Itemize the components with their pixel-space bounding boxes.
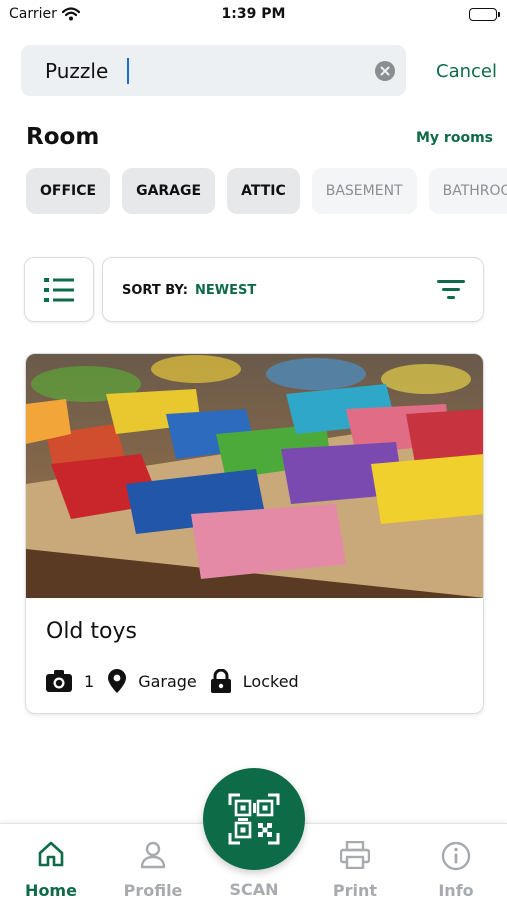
chip-basement[interactable]: BASEMENT: [311, 168, 417, 214]
sort-label: SORT BY:: [122, 283, 188, 298]
sort-control[interactable]: SORT BY: NEWEST: [102, 257, 484, 322]
chip-bathroom[interactable]: BATHROOM: [428, 168, 507, 214]
photo-count: 1: [84, 671, 95, 691]
tab-profile[interactable]: Profile: [103, 824, 203, 900]
list-icon: [44, 277, 74, 302]
sort-value[interactable]: NEWEST: [195, 283, 256, 298]
person-icon: [103, 841, 203, 869]
tab-profile-label: Profile: [123, 881, 183, 900]
tab-info-label: Info: [438, 881, 474, 900]
list-view-button[interactable]: [24, 257, 94, 322]
home-icon: [1, 841, 101, 867]
cancel-button[interactable]: Cancel: [436, 61, 497, 82]
info-icon: [406, 841, 506, 871]
qr-code-icon: [228, 793, 280, 845]
section-title: Room: [26, 124, 100, 150]
clear-search-button[interactable]: [375, 61, 395, 81]
tab-info[interactable]: Info: [406, 824, 506, 900]
filter-icon[interactable]: [437, 278, 465, 304]
status-bar: Carrier 1:39 PM: [0, 0, 507, 30]
item-card[interactable]: Old toys 1 Garage Locked: [25, 353, 484, 714]
chip-office[interactable]: OFFICE: [26, 168, 111, 214]
search-input[interactable]: [45, 56, 365, 86]
room-chip-list: OFFICEGARAGEATTICBASEMENTBATHROOM: [26, 168, 507, 214]
tab-home-label: Home: [25, 881, 77, 900]
chip-garage[interactable]: GARAGE: [122, 168, 216, 214]
tab-home[interactable]: Home: [1, 824, 101, 900]
close-icon: [380, 66, 390, 76]
lock-icon: [210, 669, 231, 693]
my-rooms-link[interactable]: My rooms: [416, 130, 493, 146]
printer-icon: [305, 841, 405, 869]
chip-attic[interactable]: ATTIC: [227, 168, 300, 214]
item-photo: [26, 354, 483, 598]
camera-icon: [46, 670, 72, 692]
tab-scan-label: SCAN: [229, 880, 279, 899]
battery-icon: [469, 8, 500, 21]
scan-button[interactable]: [203, 768, 305, 870]
text-caret: [127, 58, 129, 84]
item-meta: 1 Garage Locked: [46, 668, 313, 694]
tab-print-label: Print: [332, 881, 378, 900]
map-pin-icon: [108, 669, 127, 693]
status-label: Locked: [242, 671, 299, 691]
tab-print[interactable]: Print: [305, 824, 405, 900]
location-label: Garage: [138, 671, 197, 691]
search-field[interactable]: [21, 45, 406, 96]
status-time: 1:39 PM: [221, 6, 286, 22]
item-title: Old toys: [46, 619, 137, 644]
